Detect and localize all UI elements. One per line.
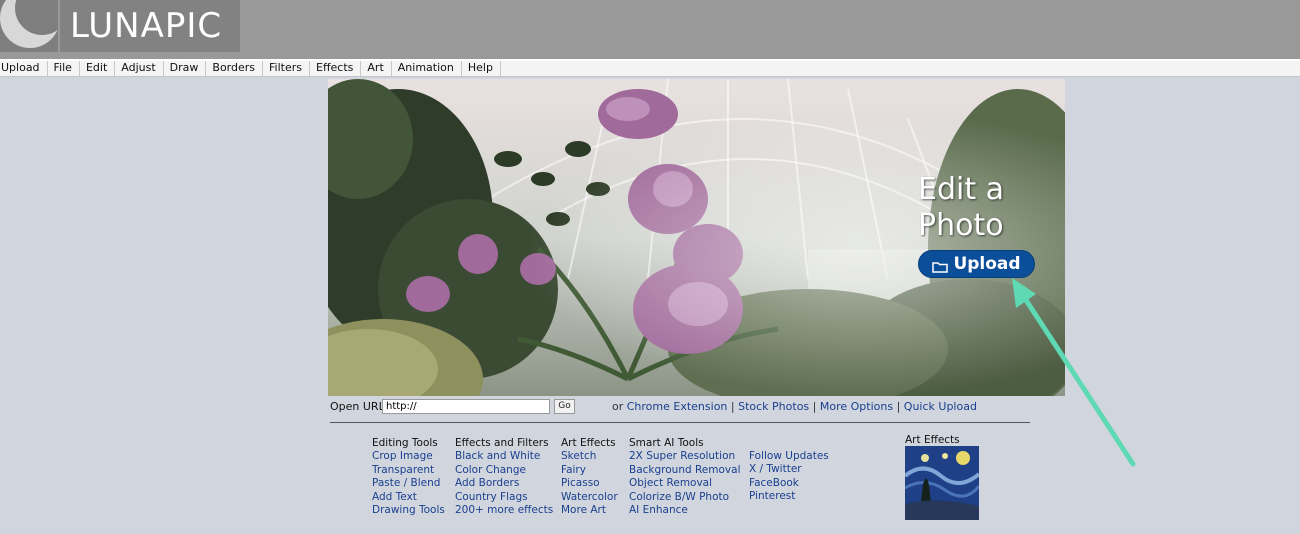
menu-borders[interactable]: Borders	[206, 61, 264, 76]
column-heading: Editing Tools	[372, 437, 438, 449]
menu-art[interactable]: Art	[361, 61, 392, 76]
link-watercolor[interactable]: Watercolor	[561, 491, 618, 504]
link-add-text[interactable]: Add Text	[372, 491, 445, 504]
hero-title-line2: Photo	[918, 208, 1004, 243]
lunapic-logo[interactable]: LUNAPIC	[60, 0, 240, 52]
top-header: LUNAPIC	[0, 0, 1300, 59]
quick-upload-link[interactable]: Quick Upload	[904, 400, 977, 413]
link-add-borders[interactable]: Add Borders	[455, 477, 553, 490]
link-fairy[interactable]: Fairy	[561, 464, 618, 477]
menu-animation[interactable]: Animation	[392, 61, 462, 76]
link-colorize-bw[interactable]: Colorize B/W Photo	[629, 491, 740, 504]
link-paste-blend[interactable]: Paste / Blend	[372, 477, 445, 490]
menu-filters[interactable]: Filters	[263, 61, 310, 76]
link-object-removal[interactable]: Object Removal	[629, 477, 740, 490]
url-extra-links: or Chrome Extension | Stock Photos | Mor…	[612, 400, 977, 413]
link-separator: |	[809, 400, 820, 413]
effects-filters-column: Effects and Filters Black and White Colo…	[455, 437, 553, 517]
menu-adjust[interactable]: Adjust	[115, 61, 164, 76]
link-picasso[interactable]: Picasso	[561, 477, 618, 490]
url-input[interactable]	[382, 399, 550, 414]
menu-effects[interactable]: Effects	[310, 61, 362, 76]
chrome-extension-link[interactable]: Chrome Extension	[627, 400, 728, 413]
link-more-effects[interactable]: 200+ more effects	[455, 504, 553, 517]
art-effects-thumbnail[interactable]	[905, 446, 979, 520]
art-effects-thumb-label: Art Effects	[905, 434, 960, 446]
hero-title-line1: Edit a	[918, 172, 1005, 207]
stock-photos-link[interactable]: Stock Photos	[738, 400, 809, 413]
moon-logo-icon[interactable]	[0, 0, 58, 52]
annotation-arrow-icon	[1012, 278, 1136, 467]
hero-title: Edit a Photo	[918, 172, 1058, 244]
social-links-column: Follow Updates X / Twitter FaceBook Pint…	[749, 450, 829, 504]
menu-upload[interactable]: Upload	[0, 61, 48, 76]
link-country-flags[interactable]: Country Flags	[455, 491, 553, 504]
link-follow-updates[interactable]: Follow Updates	[749, 450, 829, 463]
link-drawing-tools[interactable]: Drawing Tools	[372, 504, 445, 517]
menu-help[interactable]: Help	[462, 61, 501, 76]
menu-draw[interactable]: Draw	[164, 61, 207, 76]
folder-icon	[932, 258, 949, 273]
editing-tools-column: Editing Tools Crop Image Transparent Pas…	[372, 437, 445, 517]
link-separator: |	[727, 400, 739, 413]
link-transparent[interactable]: Transparent	[372, 464, 445, 477]
menu-file[interactable]: File	[48, 61, 80, 76]
menu-edit[interactable]: Edit	[80, 61, 116, 76]
go-button[interactable]: Go	[554, 399, 575, 414]
link-facebook[interactable]: FaceBook	[749, 477, 829, 490]
link-crop-image[interactable]: Crop Image	[372, 450, 445, 463]
link-pinterest[interactable]: Pinterest	[749, 490, 829, 503]
art-effects-column: Art Effects Sketch Fairy Picasso Waterco…	[561, 437, 618, 517]
smart-ai-tools-column: Smart AI Tools 2X Super Resolution Backg…	[629, 437, 740, 517]
section-divider	[330, 422, 1030, 423]
or-text: or	[612, 400, 627, 413]
column-heading: Effects and Filters	[455, 437, 549, 449]
open-url-label: Open URL:	[330, 400, 389, 413]
more-options-link[interactable]: More Options	[820, 400, 893, 413]
link-ai-enhance[interactable]: AI Enhance	[629, 504, 740, 517]
link-color-change[interactable]: Color Change	[455, 464, 553, 477]
column-heading: Art Effects	[561, 437, 616, 449]
link-x-twitter[interactable]: X / Twitter	[749, 463, 829, 476]
link-separator: |	[893, 400, 904, 413]
link-super-resolution[interactable]: 2X Super Resolution	[629, 450, 740, 463]
column-heading: Smart AI Tools	[629, 437, 704, 449]
main-menu: Upload File Edit Adjust Draw Borders Fil…	[0, 61, 1300, 77]
link-more-art[interactable]: More Art	[561, 504, 618, 517]
link-sketch[interactable]: Sketch	[561, 450, 618, 463]
open-url-row: Open URL: Go or Chrome Extension | Stock…	[330, 399, 1070, 415]
link-black-and-white[interactable]: Black and White	[455, 450, 553, 463]
upload-button-label: Upload	[953, 254, 1021, 274]
link-background-removal[interactable]: Background Removal	[629, 464, 740, 477]
